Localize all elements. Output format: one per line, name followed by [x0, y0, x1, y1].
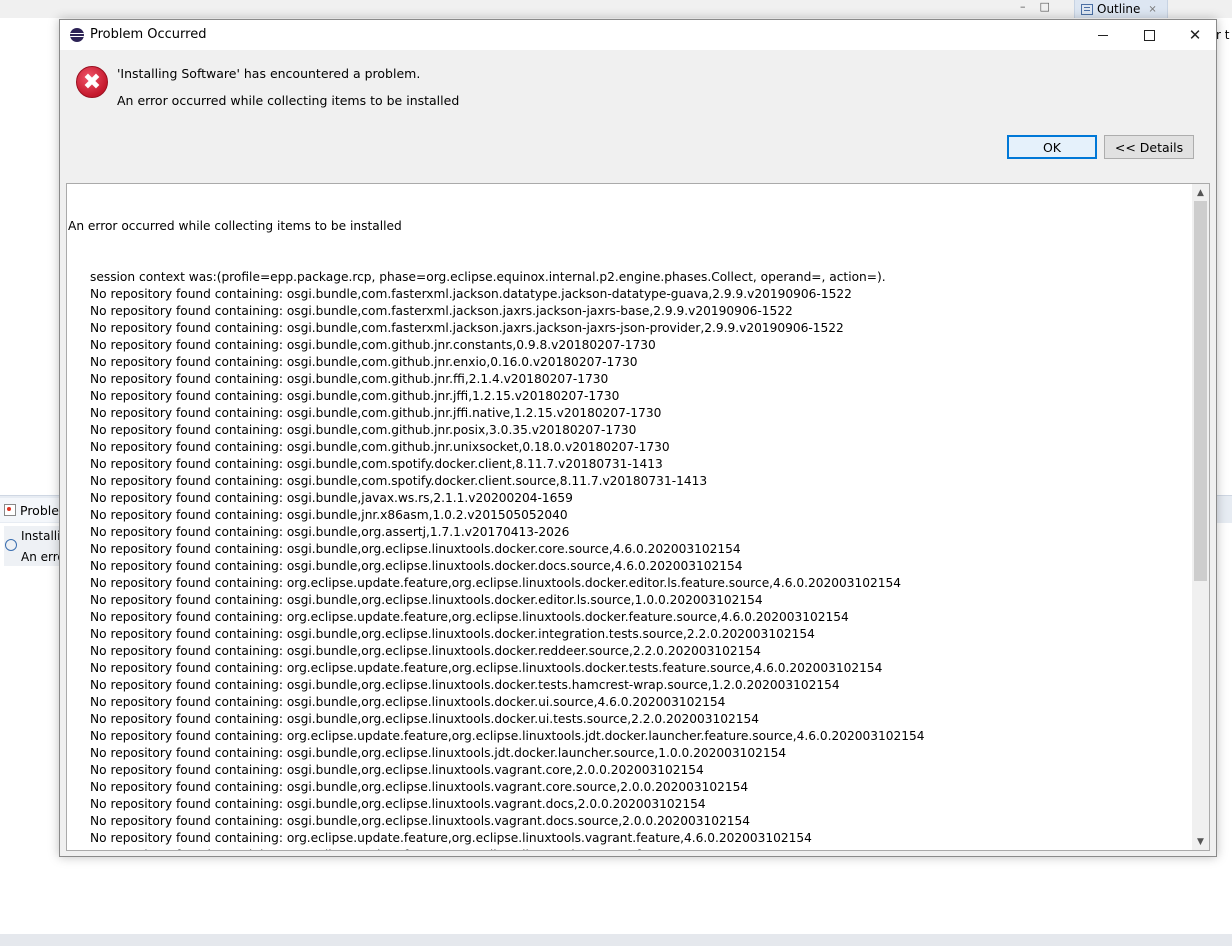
details-line: No repository found containing: osgi.bun… — [90, 423, 637, 437]
view-controls: – □ — [1020, 0, 1050, 16]
details-line: No repository found containing: osgi.bun… — [90, 321, 844, 335]
details-line: No repository found containing: osgi.bun… — [90, 593, 763, 607]
details-line: No repository found containing: osgi.bun… — [90, 304, 793, 318]
details-line: No repository found containing: org.ecli… — [90, 661, 883, 675]
details-content: An error occurred while collecting items… — [68, 184, 1190, 850]
details-line: No repository found containing: osgi.bun… — [90, 542, 741, 556]
tab-outline[interactable]: Outline ⨯ — [1074, 0, 1168, 18]
details-text-area[interactable]: An error occurred while collecting items… — [66, 183, 1210, 851]
scroll-thumb[interactable] — [1194, 201, 1207, 581]
details-line: No repository found containing: org.ecli… — [90, 576, 901, 590]
details-line: No repository found containing: osgi.bun… — [90, 355, 638, 369]
status-bar — [0, 934, 1232, 946]
details-line: No repository found containing: osgi.bun… — [90, 440, 670, 454]
scroll-up-icon[interactable]: ▲ — [1192, 184, 1209, 201]
message-title: 'Installing Software' has encountered a … — [117, 66, 421, 81]
tab-problems-label: Proble — [20, 502, 59, 518]
dialog-title: Problem Occurred — [90, 27, 207, 42]
ok-button[interactable]: OK — [1007, 135, 1097, 159]
details-line: No repository found containing: osgi.bun… — [90, 695, 726, 709]
details-header: An error occurred while collecting items… — [68, 219, 402, 233]
dialog-titlebar[interactable]: Problem Occurred ✕ — [60, 20, 1216, 50]
details-line: No repository found containing: osgi.bun… — [90, 746, 787, 760]
minimize-icon — [1098, 34, 1108, 36]
scroll-down-icon[interactable]: ▼ — [1192, 833, 1209, 850]
maximize-button[interactable] — [1126, 20, 1172, 50]
details-line: No repository found containing: org.ecli… — [90, 729, 925, 743]
details-line: No repository found containing: osgi.bun… — [90, 508, 568, 522]
details-line: No repository found containing: osgi.bun… — [90, 457, 663, 471]
tab-problems[interactable]: Proble — [0, 498, 64, 522]
details-button[interactable]: << Details — [1104, 135, 1194, 159]
problem-entry-title: Installi — [21, 529, 61, 543]
details-line: No repository found containing: osgi.bun… — [90, 797, 706, 811]
message-detail: An error occurred while collecting items… — [117, 93, 460, 108]
close-button[interactable]: ✕ — [1172, 20, 1218, 50]
error-icon: ✖ — [76, 66, 108, 98]
view-minimize-icon[interactable]: – — [1020, 0, 1026, 16]
details-line: No repository found containing: org.ecli… — [68, 847, 1190, 850]
details-line: No repository found containing: osgi.bun… — [90, 525, 570, 539]
details-line: No repository found containing: osgi.bun… — [90, 406, 662, 420]
status-icon — [5, 539, 17, 551]
details-line: No repository found containing: osgi.bun… — [90, 644, 761, 658]
close-icon: ✕ — [1188, 26, 1202, 44]
details-line: No repository found containing: osgi.bun… — [90, 389, 620, 403]
vertical-scrollbar[interactable]: ▲ ▼ — [1192, 184, 1209, 850]
problems-icon — [4, 504, 16, 516]
minimize-button[interactable] — [1080, 20, 1126, 50]
view-maximize-icon[interactable]: □ — [1040, 0, 1050, 16]
details-line: No repository found containing: osgi.bun… — [90, 678, 840, 692]
details-line: No repository found containing: osgi.bun… — [90, 474, 708, 488]
details-line: No repository found containing: osgi.bun… — [90, 780, 749, 794]
details-line: No repository found containing: osgi.bun… — [90, 627, 815, 641]
details-line: No repository found containing: osgi.bun… — [90, 763, 704, 777]
details-line: No repository found containing: org.ecli… — [90, 831, 812, 845]
close-icon[interactable]: ⨯ — [1148, 4, 1156, 15]
details-line: No repository found containing: osgi.bun… — [90, 559, 743, 573]
details-line: No repository found containing: osgi.bun… — [90, 712, 760, 726]
clipped-text: r t — [1216, 28, 1230, 42]
eclipse-icon — [70, 28, 84, 42]
details-line: No repository found containing: osgi.bun… — [90, 814, 750, 828]
maximize-icon — [1143, 29, 1155, 41]
details-line: No repository found containing: osgi.bun… — [90, 287, 852, 301]
details-line: No repository found containing: osgi.bun… — [90, 491, 573, 505]
details-line: session context was:(profile=epp.package… — [90, 270, 886, 284]
outline-icon — [1081, 3, 1093, 15]
details-line: No repository found containing: osgi.bun… — [90, 338, 656, 352]
tab-outline-label: Outline — [1097, 2, 1141, 16]
problem-dialog: Problem Occurred ✕ ✖ 'Installing Softwar… — [59, 19, 1217, 857]
details-line: No repository found containing: osgi.bun… — [90, 372, 609, 386]
details-line: No repository found containing: org.ecli… — [90, 610, 849, 624]
